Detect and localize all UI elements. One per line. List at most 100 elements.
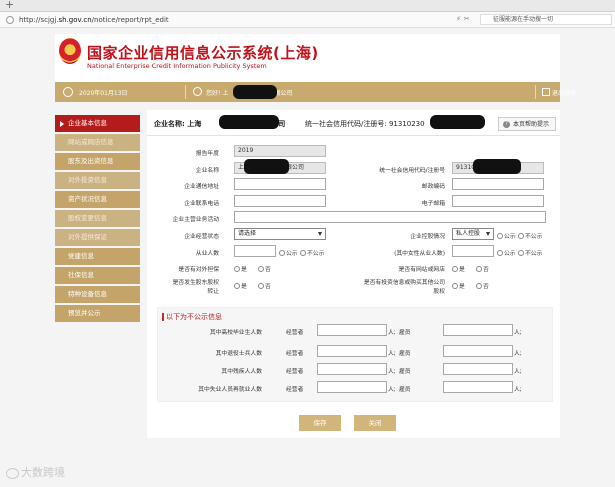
help-button[interactable]: ? 本页帮助提示 [498, 117, 556, 131]
redaction-mark [219, 115, 279, 129]
sidebar-item-investment[interactable]: 对外投资信息 [55, 171, 140, 190]
new-tab-button[interactable]: + [5, 0, 14, 11]
radio-icon [234, 265, 240, 272]
sidebar-item-special-equipment[interactable]: 特种设备信息 [55, 285, 140, 304]
report-year-field: 2019 [234, 145, 326, 157]
site-subtitle: National Enterprise Credit Information P… [87, 62, 267, 70]
employees-input[interactable] [234, 245, 276, 257]
status-select[interactable]: 请选择 [234, 228, 326, 240]
female-not-public-radio[interactable]: 不公示 [518, 248, 542, 257]
save-button[interactable]: 保存 [299, 415, 341, 431]
sidebar-item-guarantee[interactable]: 对外提供保证 [55, 228, 140, 247]
radio-icon [300, 249, 306, 256]
logout-icon[interactable] [542, 88, 550, 96]
employees-public-radio[interactable]: 公示 [279, 248, 298, 257]
operator-label: 经营者 [286, 330, 304, 336]
holding-not-public-radio[interactable]: 不公示 [518, 231, 542, 240]
close-button[interactable]: 关闭 [354, 415, 396, 431]
employees-not-public-radio[interactable]: 不公示 [300, 248, 324, 257]
radio-icon [497, 249, 503, 256]
national-emblem-icon [59, 38, 81, 64]
website-no-radio[interactable]: 否 [476, 264, 489, 273]
email-input[interactable] [452, 195, 544, 207]
guarantee-no-radio[interactable]: 否 [258, 264, 271, 273]
help-icon: ? [503, 121, 510, 128]
sidebar-item-shareholders[interactable]: 股东及出资信息 [55, 152, 140, 171]
report-year-label: 报告年度 [195, 151, 219, 157]
sidebar-item-party[interactable]: 党建信息 [55, 247, 140, 266]
operator-label: 经营者 [286, 387, 304, 393]
chevron-down-icon [318, 232, 322, 236]
zip-label: 邮政编码 [421, 184, 445, 190]
credit-code-label: 统一社会信用代码/注册号: 91310230 [305, 120, 425, 128]
radio-icon [234, 282, 240, 289]
employee-label: 雇员 [399, 369, 411, 375]
graduates-employee-input[interactable] [443, 324, 513, 336]
website-label: 是否有网站或网店 [398, 267, 445, 273]
name-label: 企业名称 [195, 168, 219, 174]
enterprise-header: 企业名称: 上海有限公司 统一社会信用代码/注册号: 91310230 ?本页帮… [147, 110, 560, 136]
veterans-employee-input[interactable] [443, 345, 513, 357]
female-public-radio[interactable]: 公示 [497, 248, 516, 257]
address-input[interactable] [234, 178, 326, 190]
undisclosed-title: 以下为不公示信息 [166, 313, 222, 321]
address-bar[interactable]: http://scjgj.sh.gov.cn/notice/report/rpt… [0, 12, 615, 28]
current-date: 2020年01月13日 [79, 90, 128, 97]
disabled-employee-input[interactable] [443, 363, 513, 375]
investment-no-radio[interactable]: 否 [476, 281, 489, 290]
female-employees-input[interactable] [452, 245, 494, 257]
zip-input[interactable] [452, 178, 544, 190]
sidebar-item-equity-change[interactable]: 股权变更信息 [55, 209, 140, 228]
clock-icon [63, 87, 73, 97]
investment-yes-radio[interactable]: 是 [452, 281, 465, 290]
sidebar-item-basic-info[interactable]: 企业基本信息 [55, 115, 140, 133]
address-tools-icons[interactable]: ⚡✂ [456, 15, 473, 23]
unit-label: 人; [388, 387, 396, 393]
website-yes-radio[interactable]: 是 [452, 264, 465, 273]
holding-public-radio[interactable]: 公示 [497, 231, 516, 240]
reemployed-operator-input[interactable] [317, 381, 387, 393]
radio-icon [258, 282, 264, 289]
radio-icon [518, 232, 524, 239]
watermark-logo-icon [6, 467, 19, 479]
radio-icon [452, 282, 458, 289]
url-text[interactable]: http://scjgj.sh.gov.cn/notice/report/rpt… [19, 16, 169, 24]
sidebar-item-assets[interactable]: 资产状况信息 [55, 190, 140, 209]
reemployed-label: 其中失业人员再就业人数 [198, 387, 262, 393]
graduates-operator-input[interactable] [317, 324, 387, 336]
divider [185, 85, 186, 99]
radio-icon [476, 265, 482, 272]
sidebar-item-social-security[interactable]: 社保信息 [55, 266, 140, 285]
employee-label: 雇员 [399, 387, 411, 393]
guarantee-yes-radio[interactable]: 是 [234, 264, 247, 273]
veterans-operator-input[interactable] [317, 345, 387, 357]
radio-icon [476, 282, 482, 289]
credit-code-field-label: 统一社会信用代码/注册号 [379, 168, 445, 174]
employee-label: 雇员 [399, 330, 411, 336]
holding-select[interactable]: 私人控股 [452, 228, 494, 240]
logout-link[interactable]: 退出登录 [552, 88, 576, 97]
business-input[interactable] [234, 211, 546, 223]
guarantee-label: 是否有对外担保 [178, 267, 219, 273]
redaction-mark [233, 85, 277, 99]
redaction-mark [430, 115, 485, 129]
graduates-label: 其中高校毕业生人数 [209, 330, 262, 336]
female-employees-label: (其中女性从业人数) [394, 251, 445, 257]
user-icon [193, 87, 202, 96]
veterans-label: 其中退役士兵人数 [215, 351, 262, 357]
operator-label: 经营者 [286, 351, 304, 357]
main-panel: 企业名称: 上海有限公司 统一社会信用代码/注册号: 91310230 ?本页帮… [147, 110, 560, 438]
page-info-icon[interactable] [6, 15, 14, 24]
disabled-operator-input[interactable] [317, 363, 387, 375]
unit-label: 人; [514, 351, 522, 357]
address-label: 企业通信地址 [184, 184, 219, 190]
reemployed-employee-input[interactable] [443, 381, 513, 393]
phone-input[interactable] [234, 195, 326, 207]
business-label: 企业主营业务活动 [172, 217, 219, 223]
equity-no-radio[interactable]: 否 [258, 281, 271, 290]
equity-yes-radio[interactable]: 是 [234, 281, 247, 290]
unit-label: 人; [514, 330, 522, 336]
browser-search-box[interactable]: 征服能源在手动搜一切 [480, 14, 612, 25]
sidebar-item-preview[interactable]: 预览并公示 [55, 304, 140, 323]
sidebar-item-website[interactable]: 网站或网店信息 [55, 133, 140, 152]
